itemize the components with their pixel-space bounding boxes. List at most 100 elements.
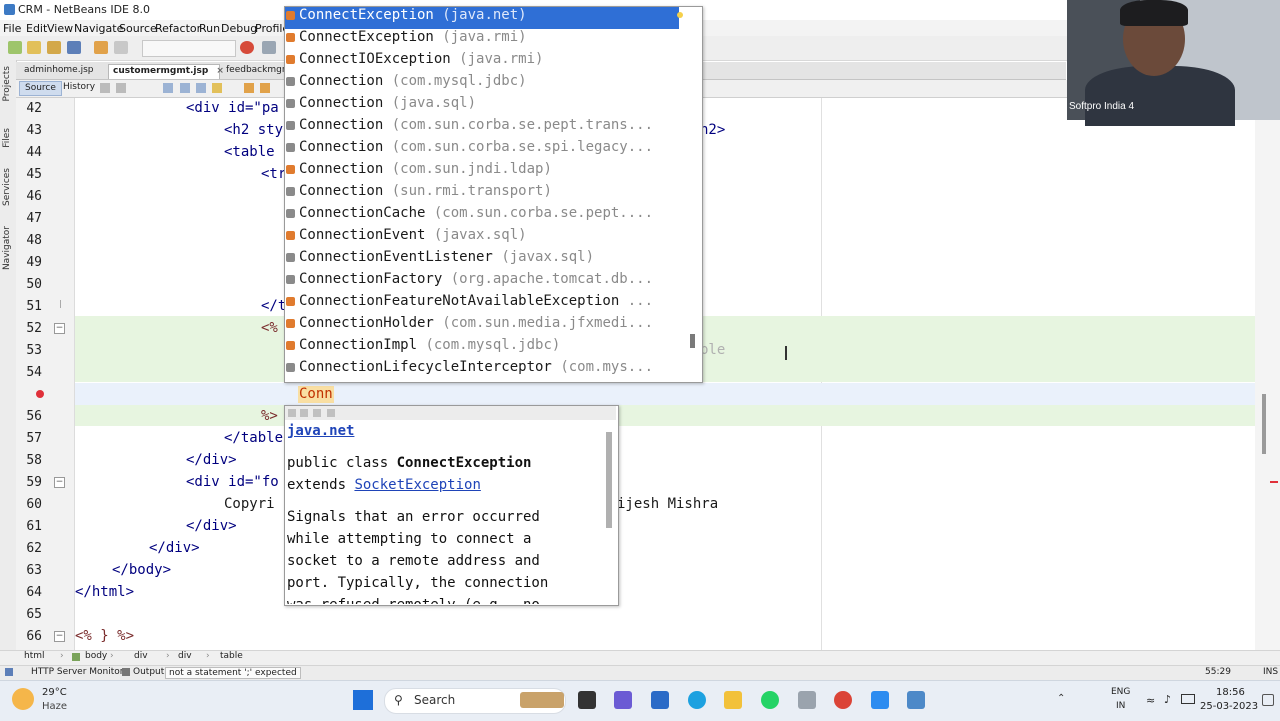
- menu-file[interactable]: File: [3, 22, 21, 35]
- doc-back-icon[interactable]: [288, 409, 296, 417]
- shift-right-icon[interactable]: [260, 83, 270, 93]
- side-tab-projects[interactable]: Projects: [2, 66, 12, 101]
- completion-item[interactable]: Connection (sun.rmi.transport): [285, 183, 679, 205]
- error-marker-icon[interactable]: [36, 390, 44, 398]
- doc-source-icon[interactable]: [327, 409, 335, 417]
- class-icon: [286, 318, 295, 328]
- store-icon[interactable]: [651, 691, 669, 709]
- completion-item[interactable]: Connection (com.sun.jndi.ldap): [285, 161, 679, 183]
- language-region[interactable]: IN: [1116, 701, 1125, 711]
- edge-icon[interactable]: [688, 691, 706, 709]
- breadcrumb-body[interactable]: body: [85, 651, 107, 661]
- completion-item[interactable]: ConnectionEvent (javax.sql): [285, 227, 679, 249]
- zoom-icon[interactable]: [871, 691, 889, 709]
- netbeans-taskbar-icon[interactable]: [907, 691, 925, 709]
- breadcrumb-html[interactable]: html: [24, 651, 45, 661]
- completion-item[interactable]: ConnectException (java.rmi): [285, 29, 679, 51]
- completion-item[interactable]: ConnectionLifecycleInterceptor (com.mys.…: [285, 359, 679, 381]
- history-view-button[interactable]: History: [58, 81, 100, 96]
- menu-debug[interactable]: Debug: [221, 22, 257, 35]
- side-tab-navigator[interactable]: Navigator: [2, 226, 12, 270]
- completion-item[interactable]: Connection (java.sql): [285, 95, 679, 117]
- back-icon[interactable]: [116, 83, 126, 93]
- menu-refactor[interactable]: Refactor: [155, 22, 201, 35]
- http-server-monitor-tab[interactable]: HTTP Server Monitor: [31, 667, 123, 677]
- completion-item[interactable]: ConnectionEventListener (javax.sql): [285, 249, 679, 271]
- side-tab-files[interactable]: Files: [2, 128, 12, 148]
- completion-item[interactable]: Connection (com.sun.corba.se.spi.legacy.…: [285, 139, 679, 161]
- weather-icon[interactable]: [12, 688, 34, 710]
- configuration-combo[interactable]: [142, 40, 236, 57]
- doc-package-link[interactable]: java.net: [287, 423, 354, 439]
- save-all-icon[interactable]: [67, 41, 81, 54]
- javadoc-scrollbar[interactable]: [606, 432, 612, 528]
- completion-item[interactable]: Connection (com.sun.corba.se.pept.trans.…: [285, 117, 679, 139]
- teams-icon[interactable]: [614, 691, 632, 709]
- open-project-icon[interactable]: [47, 41, 61, 54]
- output-tab[interactable]: Output: [133, 667, 164, 677]
- file-explorer-icon[interactable]: [724, 691, 742, 709]
- undo-icon[interactable]: [94, 41, 108, 54]
- completion-item[interactable]: ConnectionCache (com.sun.corba.se.pept..…: [285, 205, 679, 227]
- completion-scrollbar[interactable]: [690, 334, 695, 348]
- browser-icon[interactable]: [240, 41, 254, 54]
- breadcrumb-table[interactable]: table: [220, 651, 243, 661]
- language-code[interactable]: ENG: [1111, 687, 1130, 697]
- breadcrumb-div[interactable]: div: [134, 651, 148, 661]
- completion-item[interactable]: ConnectionImpl (com.mysql.jdbc): [285, 337, 679, 359]
- doc-open-browser-icon[interactable]: [313, 409, 321, 417]
- completion-item[interactable]: Connection (com.mysql.jdbc): [285, 73, 679, 95]
- find-next-icon[interactable]: [196, 83, 206, 93]
- clock-date[interactable]: 25-03-2023: [1200, 701, 1258, 712]
- new-file-icon[interactable]: [27, 41, 41, 54]
- line-number: 46: [26, 189, 42, 204]
- breadcrumb-div[interactable]: div: [178, 651, 192, 661]
- whatsapp-icon[interactable]: [761, 691, 779, 709]
- completion-item[interactable]: ConnectionFactory (org.apache.tomcat.db.…: [285, 271, 679, 293]
- completion-item[interactable]: ConnectException (java.net): [285, 7, 679, 29]
- menu-run[interactable]: Run: [199, 22, 220, 35]
- menu-view[interactable]: View: [47, 22, 73, 35]
- editor-vertical-scrollbar[interactable]: [1255, 98, 1280, 650]
- completion-item[interactable]: ConnectionFeatureNotAvailableException .…: [285, 293, 679, 315]
- menu-navigate[interactable]: Navigate: [74, 22, 123, 35]
- error-stripe-marker[interactable]: [1270, 481, 1278, 483]
- volume-icon[interactable]: ♪: [1164, 693, 1171, 706]
- tab-customermgmt[interactable]: customermgmt.jsp ×: [108, 64, 224, 79]
- task-view-icon[interactable]: [578, 691, 596, 709]
- weather-condition[interactable]: Haze: [42, 701, 67, 712]
- pen-icon[interactable]: [798, 691, 816, 709]
- typed-token[interactable]: Conn: [298, 386, 334, 403]
- doc-forward-icon[interactable]: [300, 409, 308, 417]
- completion-item[interactable]: ConnectionHolder (com.sun.media.jfxmedi.…: [285, 315, 679, 337]
- doc-superclass-link[interactable]: SocketException: [354, 477, 480, 493]
- new-project-icon[interactable]: [8, 41, 22, 54]
- battery-icon[interactable]: [1181, 694, 1195, 704]
- clock-time[interactable]: 18:56: [1216, 687, 1245, 698]
- menu-edit[interactable]: Edit: [26, 22, 47, 35]
- tab-adminhome[interactable]: adminhome.jsp: [20, 64, 108, 79]
- menu-source[interactable]: Source: [119, 22, 157, 35]
- completion-name: ConnectionCache: [299, 205, 426, 221]
- notification-icon[interactable]: [1262, 694, 1274, 706]
- build-icon[interactable]: [262, 41, 276, 54]
- find-previous-icon[interactable]: [180, 83, 190, 93]
- fold-toggle-icon[interactable]: −: [54, 323, 65, 334]
- source-view-button[interactable]: Source: [19, 81, 62, 96]
- fold-toggle-icon[interactable]: −: [54, 477, 65, 488]
- scrollbar-thumb[interactable]: [1262, 394, 1266, 454]
- start-button-icon[interactable]: [353, 690, 373, 710]
- weather-temperature[interactable]: 29°C: [42, 687, 67, 698]
- redo-icon[interactable]: [114, 41, 128, 54]
- chrome-icon[interactable]: [834, 691, 852, 709]
- completion-item[interactable]: ConnectIOException (java.rmi): [285, 51, 679, 73]
- chevron-up-icon[interactable]: ⌃: [1057, 693, 1065, 704]
- side-tab-services[interactable]: Services: [2, 168, 12, 206]
- wifi-icon[interactable]: ≈: [1146, 694, 1155, 707]
- last-edit-icon[interactable]: [100, 83, 110, 93]
- shift-left-icon[interactable]: [244, 83, 254, 93]
- find-icon[interactable]: [163, 83, 173, 93]
- fold-toggle-icon[interactable]: −: [54, 631, 65, 642]
- toggle-highlight-icon[interactable]: [212, 83, 222, 93]
- tab-feedbackmgr[interactable]: feedbackmgr: [222, 64, 284, 79]
